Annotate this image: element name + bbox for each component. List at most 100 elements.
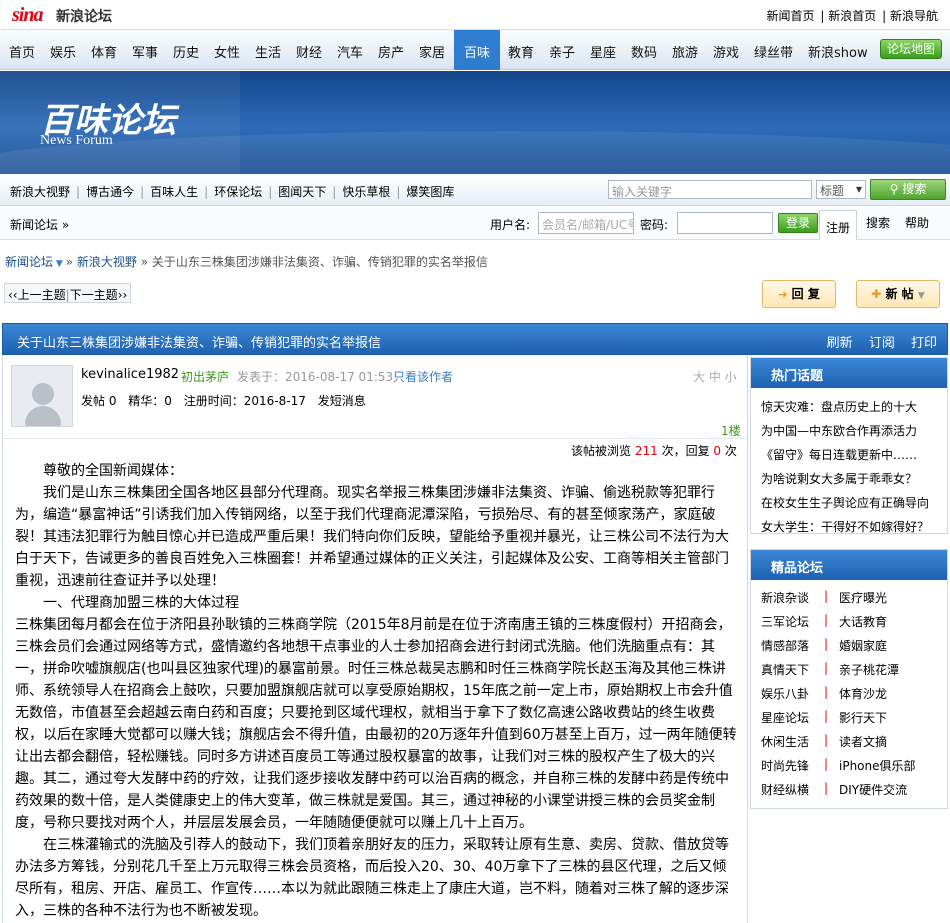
post-content: 尊敬的全国新闻媒体： 我们是山东三株集团全国各地区县部分代理商。现实名举报三株集…: [15, 460, 737, 922]
search-button[interactable]: ⚲ 搜索: [870, 179, 946, 200]
nav-item[interactable]: 数码: [631, 42, 657, 61]
search-tab[interactable]: 搜索: [866, 214, 890, 231]
help-tab[interactable]: 帮助: [905, 214, 929, 231]
separator: |: [820, 9, 825, 23]
nav-item[interactable]: 家居: [419, 42, 445, 61]
view-count: 该帖被浏览 211 次，回复 0 次: [571, 442, 737, 459]
views-unit: 次，回复: [661, 444, 710, 458]
login-button[interactable]: 登录: [778, 213, 818, 233]
nav-item[interactable]: 军事: [132, 42, 158, 61]
top-link-sina-nav[interactable]: 新浪导航: [890, 9, 938, 23]
board-link[interactable]: 新浪大视野: [10, 185, 70, 199]
forum-map-button[interactable]: 论坛地图: [880, 39, 942, 59]
featured-forum-link[interactable]: 读者文摘: [839, 733, 887, 750]
reply-button-label: 回 复: [791, 287, 820, 301]
nav-item[interactable]: 汽车: [337, 42, 363, 61]
featured-forum-link[interactable]: 时尚先锋: [761, 757, 809, 774]
featured-forum-link[interactable]: 婚姻家庭: [839, 637, 887, 654]
featured-forum-link[interactable]: 大话教育: [839, 613, 887, 630]
new-post-button[interactable]: ✚ 新 帖 ▼: [856, 280, 940, 308]
featured-forum-link[interactable]: 体育沙龙: [839, 685, 887, 702]
search-type-select[interactable]: 标题 ▾: [816, 180, 866, 199]
chevron-down-icon: ▼: [53, 259, 66, 269]
featured-forum-link[interactable]: iPhone俱乐部: [839, 757, 916, 774]
only-author-link[interactable]: 只看该作者: [393, 368, 453, 385]
nav-item[interactable]: 房产: [378, 42, 404, 61]
font-size-switch[interactable]: 大 中 小: [693, 368, 737, 385]
featured-forum-link[interactable]: 财经纵横: [761, 781, 809, 798]
refresh-link[interactable]: 刷新: [827, 336, 853, 351]
board-links: 新浪大视野 | 博古通今 | 百味人生 | 环保论坛 | 图闻天下 | 快乐草根 | 爆笑图库: [10, 183, 454, 200]
featured-forum-link[interactable]: 医疗曝光: [839, 589, 887, 606]
main-nav: 首页 娱乐 体育 军事 历史 女性 生活 财经 汽车 房产 家居 百味 教育 亲…: [0, 30, 950, 70]
sina-logo[interactable]: sina: [12, 4, 43, 27]
nav-item[interactable]: 旅游: [672, 42, 698, 61]
nav-item[interactable]: 亲子: [549, 42, 575, 61]
featured-forum-link[interactable]: 星座论坛: [761, 709, 809, 726]
nav-item[interactable]: 财经: [296, 42, 322, 61]
board-link[interactable]: 博古通今: [86, 185, 134, 199]
register-tab[interactable]: 注册: [819, 210, 858, 240]
nav-item[interactable]: 首页: [9, 42, 35, 61]
nav-item[interactable]: 娱乐: [50, 42, 76, 61]
views-value: 211: [634, 444, 658, 458]
nav-item-active[interactable]: 百味: [454, 30, 501, 70]
board-link[interactable]: 百味人生: [150, 185, 198, 199]
hot-topic-link[interactable]: 为中国—中东欧合作再添活力: [761, 422, 937, 439]
featured-forum-link[interactable]: 娱乐八卦: [761, 685, 809, 702]
board-link[interactable]: 环保论坛: [214, 185, 262, 199]
breadcrumb-board[interactable]: 新浪大视野: [77, 255, 137, 269]
search-input[interactable]: 输入关键字: [608, 180, 812, 199]
subscribe-link[interactable]: 订阅: [869, 336, 895, 351]
avatar-body-icon: [25, 406, 61, 426]
breadcrumb-forum[interactable]: 新闻论坛: [5, 255, 53, 269]
hot-topic-link[interactable]: 为啥说剩女大多属于乖乖女？: [761, 470, 937, 487]
separator: |: [824, 613, 829, 627]
board-link[interactable]: 快乐草根: [342, 185, 390, 199]
separator: |: [824, 733, 829, 747]
username-label: 用户名:: [490, 218, 531, 232]
featured-forum-link[interactable]: 三军论坛: [761, 613, 809, 630]
reply-button[interactable]: ➜ 回 复: [762, 280, 836, 308]
featured-forum-link[interactable]: 休闲生活: [761, 733, 809, 750]
nav-item[interactable]: 历史: [173, 42, 199, 61]
avatar[interactable]: [11, 365, 73, 427]
prev-topic-link[interactable]: 上一主题: [18, 288, 66, 302]
post-paragraph: 三株集团每月都会在位于济阳县孙耿镇的三株商学院（2015年8月前是在位于济南唐王…: [15, 617, 737, 831]
hot-topic-link[interactable]: 惊天灾难：盘点历史上的十大: [761, 398, 937, 415]
hot-topic-link[interactable]: 女大学生：干得好不如嫁得好？: [761, 518, 937, 535]
board-link[interactable]: 爆笑图库: [406, 185, 454, 199]
featured-forum-link[interactable]: 情感部落: [761, 637, 809, 654]
post-username[interactable]: kevinalice1982: [81, 367, 179, 382]
board-link[interactable]: 图闻天下: [278, 185, 326, 199]
nav-item[interactable]: 生活: [255, 42, 281, 61]
top-link-sina-home[interactable]: 新浪首页: [828, 9, 876, 23]
send-message-link[interactable]: 发短消息: [318, 394, 366, 408]
nav-item[interactable]: 游戏: [713, 42, 739, 61]
nav-item[interactable]: 女性: [214, 42, 240, 61]
top-link-news-home[interactable]: 新闻首页: [767, 9, 815, 23]
featured-forum-link[interactable]: 亲子桃花潭: [839, 661, 899, 678]
featured-forum-link[interactable]: 真情天下: [761, 661, 809, 678]
nav-item[interactable]: 绿丝带: [754, 42, 793, 61]
forum-home-link[interactable]: 新闻论坛 »: [10, 216, 69, 233]
nav-item[interactable]: 新浪show: [808, 42, 868, 61]
hot-topic-link[interactable]: 在校女生生子舆论应有正确导向: [761, 494, 937, 511]
hot-topic-link[interactable]: 《留守》每日连载更新中……: [761, 446, 937, 463]
chevron-down-icon: ▼: [917, 291, 925, 301]
featured-forum-link[interactable]: DIY硬件交流: [839, 781, 907, 798]
print-link[interactable]: 打印: [911, 336, 937, 351]
username-input[interactable]: 会员名/邮箱/UC号: [538, 212, 634, 234]
password-input[interactable]: [677, 212, 773, 234]
separator: |: [824, 757, 829, 771]
separator: |: [396, 185, 401, 199]
top-links: 新闻首页 | 新浪首页 | 新浪导航: [767, 7, 938, 24]
nav-item[interactable]: 体育: [91, 42, 117, 61]
separator: |: [882, 9, 887, 23]
next-topic-link[interactable]: 下一主题: [70, 288, 118, 302]
nav-item[interactable]: 教育: [508, 42, 534, 61]
forum-brand[interactable]: 新浪论坛: [56, 6, 112, 26]
nav-item[interactable]: 星座: [590, 42, 616, 61]
featured-forum-link[interactable]: 新浪杂谈: [761, 589, 809, 606]
featured-forum-link[interactable]: 影行天下: [839, 709, 887, 726]
